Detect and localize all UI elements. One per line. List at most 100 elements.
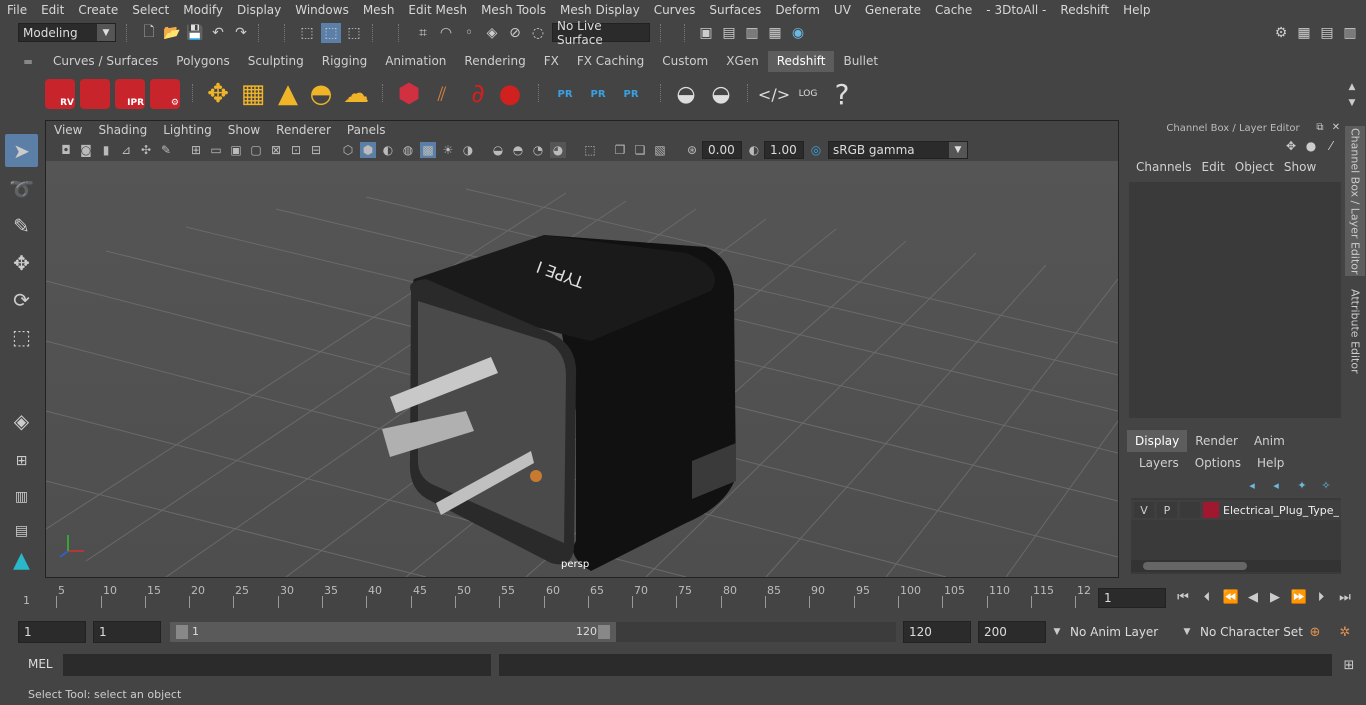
gate-mask-icon[interactable]: ▢ [248, 142, 264, 158]
step-forward-icon[interactable]: ⏵ [1312, 588, 1330, 606]
menu-windows[interactable]: Windows [288, 3, 356, 17]
layer-scrollbar-thumb[interactable] [1143, 562, 1247, 570]
channel-menu-object[interactable]: Object [1230, 160, 1279, 174]
shelf-tab-rigging[interactable]: Rigging [313, 51, 376, 72]
render-settings-icon[interactable]: ▦ [766, 24, 784, 42]
current-frame-field[interactable]: 1 [1098, 588, 1166, 608]
time-slider[interactable]: 1 5 10 15 20 25 30 35 40 45 50 55 60 65 70 75 80 85 90 95 10… [18, 580, 1091, 612]
auto-key-icon[interactable]: ⊕ [1306, 623, 1324, 641]
undo-icon[interactable]: ↶ [209, 24, 227, 42]
camera-attributes-icon[interactable]: ◙ [78, 142, 94, 158]
snap-view-plane-icon[interactable]: ◈ [483, 24, 501, 42]
shelf-tab-fx[interactable]: FX [535, 51, 568, 72]
manipulator-icon[interactable]: ✥ [1283, 138, 1299, 154]
live-surface-field[interactable]: No Live Surface [552, 19, 650, 47]
anti-aliasing-icon[interactable]: ◔ [530, 142, 546, 158]
select-by-object-icon[interactable]: ⬚ [321, 23, 341, 43]
depth-of-field-icon[interactable]: ◕ [550, 142, 566, 158]
redshift-batch-render-button[interactable] [79, 76, 111, 112]
bookmark-icon[interactable]: ▮ [98, 142, 114, 158]
menu-mesh-tools[interactable]: Mesh Tools [474, 3, 553, 17]
shelf-tab-animation[interactable]: Animation [376, 51, 455, 72]
range-slider[interactable]: 1 120 [170, 622, 616, 642]
open-scene-icon[interactable]: 📂 [163, 24, 181, 42]
isolate-select-icon[interactable]: ⬚ [582, 142, 598, 158]
workspace-icon[interactable]: ⚙ [1272, 24, 1290, 42]
snap-curve-icon[interactable]: ◠ [437, 24, 455, 42]
chevron-down-icon[interactable]: ▼ [1178, 623, 1196, 641]
snap-point-icon[interactable]: ◦ [460, 24, 478, 42]
menu-create[interactable]: Create [71, 3, 125, 17]
channel-menu-channels[interactable]: Channels [1131, 160, 1197, 174]
menu-modify[interactable]: Modify [176, 3, 230, 17]
layer-tab-anim[interactable]: Anim [1246, 430, 1293, 452]
wireframe-on-shaded-icon[interactable]: ◍ [400, 142, 416, 158]
rs-material-bowl-2-icon[interactable]: ◒ [705, 76, 737, 112]
xray-joints-icon[interactable]: ❏ [632, 142, 648, 158]
rs-area-light-icon[interactable]: ▦ [237, 76, 269, 112]
layout-split-icon[interactable]: ▥ [5, 480, 38, 513]
motion-blur-icon[interactable]: ◓ [510, 142, 526, 158]
shelf-tab-xgen[interactable]: XGen [717, 51, 768, 72]
rs-lights-icon[interactable]: ✥ [202, 76, 234, 112]
layer-menu-layers[interactable]: Layers [1131, 456, 1187, 470]
step-forward-key-icon[interactable]: ⏩ [1290, 588, 1308, 606]
hyper-icon[interactable]: ⁄ [1323, 138, 1339, 154]
layer-color-swatch[interactable] [1203, 502, 1219, 518]
rs-material-bowl-icon[interactable]: ◒ [670, 76, 702, 112]
play-forward-icon[interactable]: ▶ [1266, 588, 1284, 606]
xray-icon[interactable]: ❐ [612, 142, 628, 158]
layer-tab-display[interactable]: Display [1127, 430, 1188, 452]
pr-cube-icon[interactable]: PR [549, 76, 581, 112]
move-tool-icon[interactable]: ✥ [5, 246, 38, 279]
exposure-icon[interactable]: ⊛ [684, 142, 700, 158]
paint-select-tool-icon[interactable]: ✎ [5, 209, 38, 242]
viewport-menu-panels[interactable]: Panels [339, 123, 394, 137]
select-by-hierarchy-icon[interactable]: ⬚ [298, 24, 316, 42]
rs-proxy-icon[interactable]: ⬢ [393, 76, 425, 112]
channel-box-toggle-icon[interactable]: ▥ [1341, 24, 1359, 42]
rs-environment-icon[interactable]: ● [494, 76, 526, 112]
exposure-field[interactable]: 0.00 [702, 141, 742, 159]
select-tool-icon[interactable]: ➤ [5, 134, 38, 167]
animation-start-field[interactable]: 1 [18, 621, 86, 643]
channel-menu-show[interactable]: Show [1279, 160, 1321, 174]
menu-help[interactable]: Help [1116, 3, 1157, 17]
rs-dome-light-icon[interactable]: ◓ [305, 76, 337, 112]
hypershade-icon[interactable]: ◉ [789, 24, 807, 42]
menu-edit[interactable]: Edit [34, 3, 71, 17]
smooth-shade-icon[interactable]: ⬢ [360, 142, 376, 158]
3d-scene[interactable]: TYPE I persp [46, 161, 1118, 577]
make-live-icon[interactable]: ⊘ [506, 24, 524, 42]
layer-menu-help[interactable]: Help [1249, 456, 1292, 470]
viewport-menu-show[interactable]: Show [220, 123, 268, 137]
playback-start-field[interactable]: 1 [93, 621, 161, 643]
field-chart-icon[interactable]: ⊠ [268, 142, 284, 158]
menu-edit-mesh[interactable]: Edit Mesh [401, 3, 474, 17]
shelf-tab-polygons[interactable]: Polygons [167, 51, 238, 72]
screen-space-ao-icon[interactable]: ◒ [490, 142, 506, 158]
wireframe-icon[interactable]: ⬡ [340, 142, 356, 158]
new-scene-icon[interactable]: 🗋 [140, 24, 158, 42]
close-icon[interactable]: ✕ [1329, 120, 1343, 134]
layer-menu-options[interactable]: Options [1187, 456, 1249, 470]
menu-surfaces[interactable]: Surfaces [702, 3, 768, 17]
float-icon[interactable]: ⧉ [1313, 120, 1327, 134]
new-layer-icon[interactable]: ✦ [1293, 476, 1311, 494]
pr-export-icon[interactable]: PR [582, 76, 614, 112]
shelf-scroll-down-icon[interactable]: ▼ [1343, 94, 1361, 112]
menu-deform[interactable]: Deform [768, 3, 827, 17]
speed-icon[interactable]: ● [1303, 138, 1319, 154]
layout-outliner-icon[interactable]: ▤ [5, 514, 38, 547]
shelf-tab-custom[interactable]: Custom [653, 51, 717, 72]
viewport-menu-shading[interactable]: Shading [90, 123, 155, 137]
2d-pan-zoom-icon[interactable]: ✣ [138, 142, 154, 158]
tab-channel-box[interactable]: Channel Box / Layer Editor [1345, 126, 1365, 276]
tab-attribute-editor[interactable]: Attribute Editor [1345, 286, 1365, 376]
gamma-icon[interactable]: ◐ [746, 142, 762, 158]
move-layer-down-icon[interactable]: ◂ [1267, 476, 1285, 494]
shadows-icon[interactable]: ◑ [460, 142, 476, 158]
scale-tool-icon[interactable]: ⬚ [5, 320, 38, 353]
select-by-component-icon[interactable]: ⬚ [345, 24, 363, 42]
layer-tab-render[interactable]: Render [1187, 430, 1246, 452]
